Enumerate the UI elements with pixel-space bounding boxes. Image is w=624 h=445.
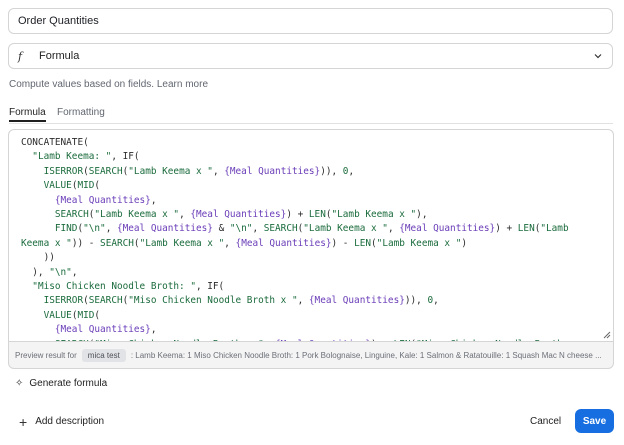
generate-formula-label: Generate formula — [29, 378, 108, 389]
cancel-button[interactable]: Cancel — [530, 416, 561, 427]
code-line: ISERROR(SEARCH("Lamb Keema x ", {Meal Qu… — [43, 165, 355, 177]
function-icon: 𝑓 — [18, 49, 23, 63]
add-description-label: Add description — [35, 416, 105, 427]
sparkle-icon: ✧ — [15, 378, 24, 389]
code-line: "Miso Chicken Noodle Broth: ", IF( — [32, 281, 225, 293]
tab-formula[interactable]: Formula — [9, 107, 46, 118]
active-tab-indicator — [9, 120, 46, 122]
code-line: Keema x ")) - SEARCH("Lamb Keema x ", {M… — [21, 237, 467, 249]
tab-formatting[interactable]: Formatting — [57, 107, 105, 118]
field-help-text: Compute values based on fields. Learn mo… — [9, 79, 208, 90]
editor-tabs: Formula Formatting — [9, 107, 613, 124]
field-name-value: Order Quantities — [18, 15, 99, 27]
code-line: SEARCH("Lamb Keema x ", {Meal Quantities… — [54, 209, 428, 221]
save-button[interactable]: Save — [575, 409, 614, 433]
code-line: ), "\n", — [21, 266, 78, 278]
learn-more-link[interactable]: Learn more — [157, 79, 208, 90]
help-description: Compute values based on fields. — [9, 79, 155, 90]
resize-handle-icon[interactable] — [603, 331, 611, 339]
code-line: {Meal Quantities}, — [54, 194, 157, 206]
code-line: FIND("\n", {Meal Quantities} & "\n", SEA… — [54, 223, 569, 235]
code-line: )) — [21, 252, 55, 264]
generate-formula-button[interactable]: ✧ Generate formula — [15, 378, 107, 389]
code-line: {Meal Quantities}, — [54, 324, 157, 336]
plus-icon: + — [19, 413, 28, 430]
formula-code[interactable]: CONCATENATE( "Lamb Keema: ", IF( ISERROR… — [21, 136, 607, 341]
code-line: "Lamb Keema: ", IF( — [32, 151, 140, 163]
add-description-button[interactable]: + Add description — [19, 413, 105, 430]
code-line: VALUE(MID( — [43, 180, 101, 192]
preview-record-pill[interactable]: mica test — [81, 348, 126, 362]
code-line: CONCATENATE( — [21, 137, 89, 148]
code-line: ISERROR(SEARCH("Miso Chicken Noodle Brot… — [43, 295, 439, 307]
field-name-input[interactable]: Order Quantities — [8, 8, 613, 34]
preview-result-bar: Preview result for mica test : Lamb Keem… — [8, 341, 614, 369]
field-type-value: Formula — [39, 50, 80, 62]
preview-result-text: : Lamb Keema: 1 Miso Chicken Noodle Brot… — [130, 350, 602, 360]
field-type-select[interactable]: 𝑓 Formula — [8, 43, 613, 69]
chevron-down-icon — [594, 54, 602, 59]
formula-editor[interactable]: CONCATENATE( "Lamb Keema: ", IF( ISERROR… — [8, 129, 614, 341]
code-line: VALUE(MID( — [43, 309, 101, 321]
preview-label: Preview result for — [15, 350, 77, 360]
